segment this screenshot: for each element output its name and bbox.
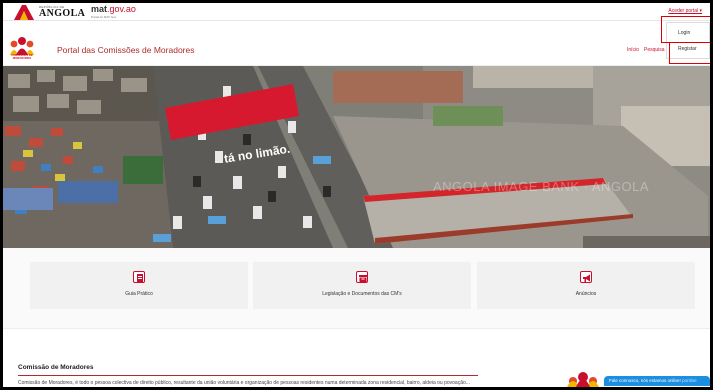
hero-image: tá no limão. ANGOLA IMAGE BANK · ANGOLA xyxy=(3,66,710,248)
government-bar: REPÚBLICA DE ANGOLA mat.gov.ao Portal do… xyxy=(3,3,710,21)
card-announcements[interactable]: Anúncios xyxy=(477,262,695,309)
register-highlight-box xyxy=(669,42,712,64)
card-label: Guia Prático xyxy=(125,291,153,297)
chat-text: Fale connosco, nós estamos online! xyxy=(609,378,681,383)
gov-domain-subtitle: Portal do MAT Gov xyxy=(91,15,117,19)
hero-aerial-photo xyxy=(3,66,710,248)
quick-links-section: Guia Prático Legislação e Documentos das… xyxy=(3,248,710,328)
card-label: Anúncios xyxy=(575,291,597,297)
live-chat-button[interactable]: Fale connosco, nós estamos online! ponli… xyxy=(604,376,710,386)
access-portal-link[interactable]: Aceder portal ▾ xyxy=(668,8,702,14)
megaphone-icon xyxy=(580,271,592,283)
about-section: Comissão de Moradores Comissão de Morado… xyxy=(3,329,710,387)
card-legislation-documents[interactable]: Legislação e Documentos das CM's xyxy=(253,262,471,309)
folder-icon xyxy=(356,271,368,283)
image-watermark: ANGOLA IMAGE BANK · ANGOLA xyxy=(433,179,650,194)
nav-home-link[interactable]: Início xyxy=(627,47,639,53)
document-icon xyxy=(133,271,145,283)
gov-domain-logo[interactable]: mat.gov.ao xyxy=(91,4,136,14)
angola-emblem-icon xyxy=(14,5,34,20)
card-practical-guide[interactable]: Guia Prático xyxy=(30,262,248,309)
gov-country-name: ANGOLA xyxy=(39,8,86,19)
section-title: Comissão de Moradores xyxy=(18,364,94,371)
nav-search-link[interactable]: Pesquisa xyxy=(644,47,665,53)
chat-status: ponline xyxy=(682,378,697,383)
login-highlight-box xyxy=(661,16,712,43)
gov-domain-tld: .gov.ao xyxy=(107,4,136,14)
gov-domain-name: mat xyxy=(91,4,108,14)
site-header: COMISSÕES DE MORADORES Portal das Comiss… xyxy=(3,22,710,66)
card-label: Legislação e Documentos das CM's xyxy=(322,291,402,297)
section-description: Comissão de Moradores, é todo o pessoa c… xyxy=(18,380,470,386)
section-title-underline xyxy=(18,375,478,376)
page-title: Portal das Comissões de Moradores xyxy=(57,45,195,55)
logo-caption: COMISSÕES DE MORADORES xyxy=(11,53,33,60)
